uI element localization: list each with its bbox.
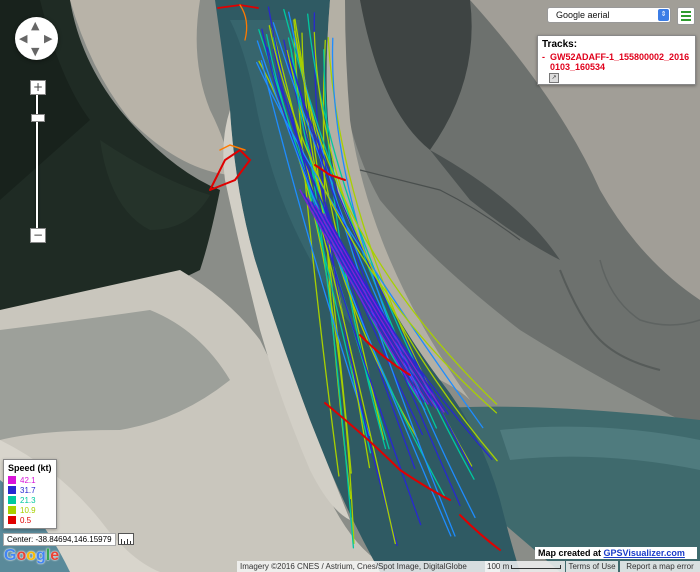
map-type-select[interactable]: Google aerial ⇕ — [547, 7, 671, 23]
logo-letter: e — [50, 547, 60, 564]
legend-label: 42.1 — [20, 476, 36, 485]
legend-row: 31.7 — [8, 486, 36, 496]
chevron-updown-icon: ⇕ — [658, 9, 669, 21]
speed-legend: Speed (kt) 42.1 31.7 21.3 10.9 0.5 — [3, 459, 57, 529]
pan-up-icon[interactable]: ▲ — [31, 20, 39, 31]
hamburger-icon-line — [681, 19, 691, 21]
track-segment — [209, 148, 252, 191]
ruler-icon[interactable] — [118, 533, 134, 545]
legend-swatch — [8, 496, 16, 504]
pan-right-icon[interactable]: ▶ — [44, 33, 52, 44]
legend-row: 10.9 — [8, 506, 36, 516]
track-segment — [239, 4, 248, 41]
legend-row: 21.3 — [8, 496, 36, 506]
report-map-error-link[interactable]: Report a map error — [620, 561, 700, 572]
terms-of-use-link[interactable]: Terms of Use — [566, 561, 618, 572]
tracks-panel: Tracks: - GW52ADAFF-1_155800002_20160103… — [537, 35, 696, 85]
scale-line — [511, 565, 561, 569]
google-logo[interactable]: Google — [4, 547, 59, 565]
legend-swatch — [8, 476, 16, 484]
logo-letter: G — [4, 547, 17, 564]
hamburger-icon-line — [681, 15, 691, 17]
logo-letter: o — [26, 547, 37, 564]
pan-left-icon[interactable]: ◀ — [19, 33, 27, 44]
scale-label: 100 m — [487, 562, 510, 571]
legend-label: 31.7 — [20, 486, 36, 495]
logo-letter: o — [16, 547, 27, 564]
track-segment — [219, 144, 246, 151]
logo-letter: g — [36, 547, 46, 564]
legend-title: Speed (kt) — [8, 463, 52, 473]
legend-row: 42.1 — [8, 476, 36, 486]
legend-label: 21.3 — [20, 496, 36, 505]
scale-bar[interactable]: 100 m — [485, 561, 565, 572]
legend-label: 0.5 — [20, 516, 32, 525]
hamburger-icon — [681, 11, 691, 13]
legend-row: 0.5 — [8, 516, 31, 526]
track-segment — [459, 514, 501, 551]
center-coordinates: Center: -38.84694,146.15979 — [3, 533, 116, 546]
zoom-slider-handle[interactable] — [31, 114, 45, 122]
zoom-out-button[interactable]: − — [30, 228, 46, 243]
map-created-badge: Map created at GPSVisualizer.com — [535, 547, 697, 559]
map-canvas[interactable] — [0, 0, 700, 572]
zoom-in-button[interactable]: + — [30, 80, 46, 95]
legend-label: 10.9 — [20, 506, 36, 515]
track-name-link[interactable]: GW52ADAFF-1_155800002_20160103_160534 — [550, 52, 692, 72]
map-type-selected: Google aerial — [556, 10, 610, 20]
track-bullet: - — [542, 52, 545, 62]
legend-swatch — [8, 516, 16, 524]
pan-control[interactable]: ▲ ▼ ◀ ▶ — [15, 17, 58, 60]
track-segment — [287, 37, 355, 549]
menu-button[interactable] — [677, 7, 695, 25]
legend-swatch — [8, 506, 16, 514]
pan-down-icon[interactable]: ▼ — [31, 46, 39, 57]
created-prefix: Map created at — [538, 548, 602, 558]
legend-swatch — [8, 486, 16, 494]
tracks-title: Tracks: — [542, 39, 578, 50]
track-zoom-icon[interactable]: ↗ — [549, 73, 559, 83]
track-segment — [217, 4, 259, 9]
imagery-attribution: Imagery ©2016 CNES / Astrium, Cnes/Spot … — [237, 561, 500, 572]
gps-track-layer — [209, 4, 501, 551]
gpsvisualizer-link[interactable]: GPSVisualizer.com — [604, 548, 685, 558]
